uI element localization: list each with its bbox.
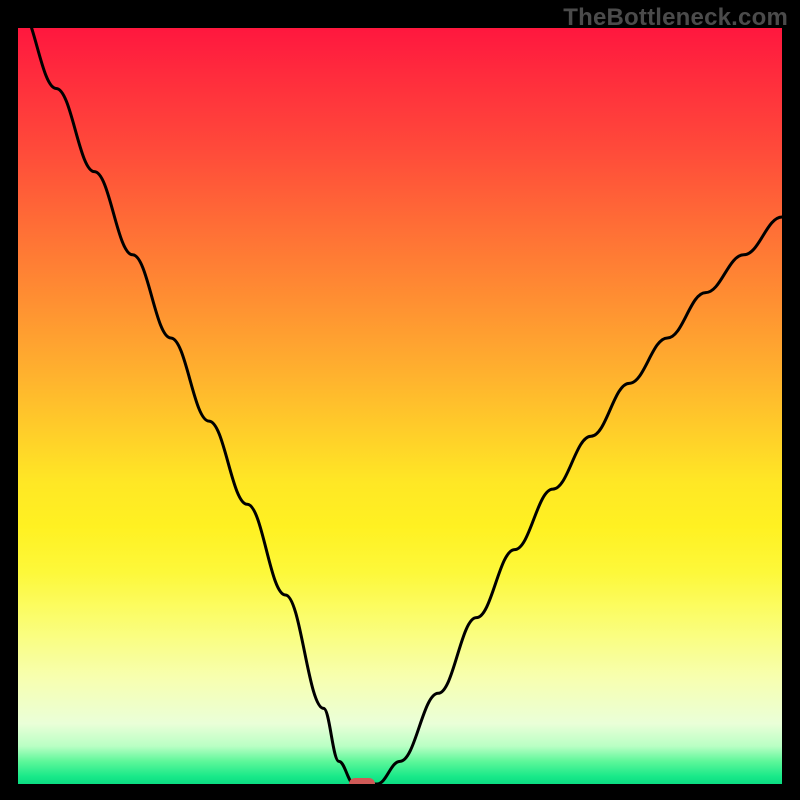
optimum-marker bbox=[349, 778, 375, 784]
watermark-text: TheBottleneck.com bbox=[563, 4, 788, 32]
curve-path bbox=[18, 28, 782, 784]
bottleneck-curve bbox=[18, 28, 782, 784]
curve-layer bbox=[18, 28, 782, 784]
chart-frame: TheBottleneck.com bbox=[0, 0, 800, 800]
plot-area bbox=[18, 28, 782, 784]
